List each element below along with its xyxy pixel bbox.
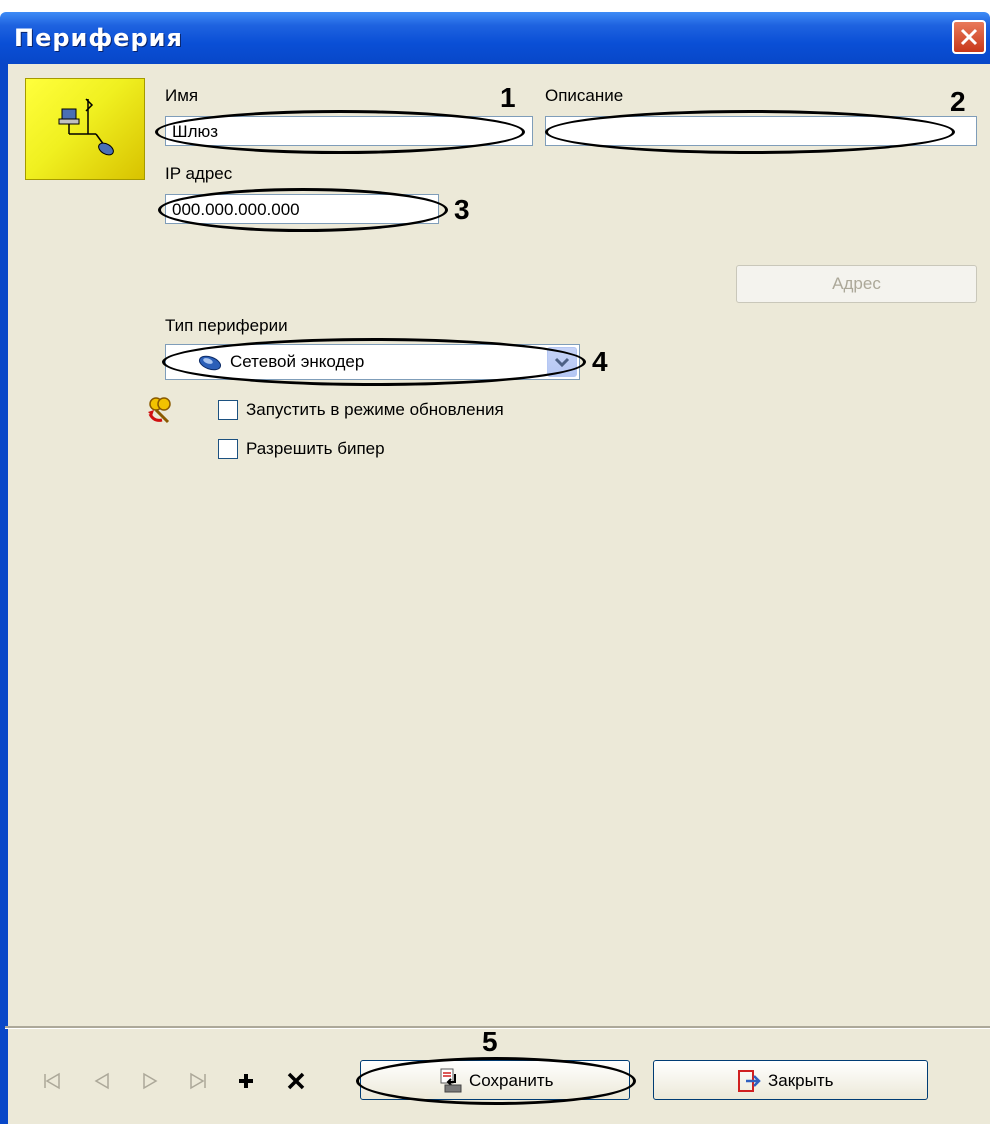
description-label: Описание [545, 86, 624, 105]
annotation-oval-4 [162, 338, 586, 386]
annotation-oval-3 [158, 188, 448, 232]
update-mode-checkbox[interactable] [218, 400, 238, 420]
beeper-checkbox[interactable] [218, 439, 238, 459]
close-button-label: Закрыть [768, 1071, 834, 1090]
close-icon [960, 28, 978, 46]
title-bar[interactable]: Периферия [0, 12, 990, 64]
annotation-number-5: 5 [482, 1026, 498, 1057]
annotation-oval-5 [356, 1057, 636, 1105]
previous-record-icon[interactable] [92, 1071, 112, 1091]
keys-icon [148, 397, 171, 424]
close-button[interactable]: Закрыть [653, 1060, 928, 1100]
next-record-icon[interactable] [140, 1071, 160, 1091]
peripheral-icon-box [25, 78, 145, 180]
dialog-body [5, 64, 990, 1124]
annotation-oval-2 [545, 110, 955, 154]
annotation-number-3: 3 [454, 194, 470, 225]
exit-icon [738, 1070, 761, 1092]
beeper-label: Разрешить бипер [246, 439, 385, 458]
update-mode-label: Запустить в режиме обновления [246, 400, 504, 419]
name-label: Имя [165, 86, 199, 105]
window-title: Периферия [14, 24, 183, 52]
annotation-oval-1 [155, 110, 525, 154]
peripheral-dialog: Периферия Имя Шлюз 1 Описание 2 IP адрес… [0, 0, 990, 1124]
network-peripheral-icon [58, 98, 114, 156]
peripheral-type-label: Тип периферии [165, 316, 288, 335]
first-record-icon[interactable] [42, 1071, 62, 1091]
annotation-number-2: 2 [950, 86, 966, 117]
annotation-number-1: 1 [500, 82, 516, 113]
last-record-icon[interactable] [188, 1071, 208, 1091]
delete-icon[interactable] [286, 1071, 306, 1091]
annotation-number-4: 4 [592, 346, 608, 377]
address-button[interactable]: Адрес [736, 265, 977, 303]
add-icon[interactable] [236, 1071, 256, 1091]
close-window-button[interactable] [952, 20, 986, 54]
ip-address-label: IP адрес [165, 164, 233, 183]
